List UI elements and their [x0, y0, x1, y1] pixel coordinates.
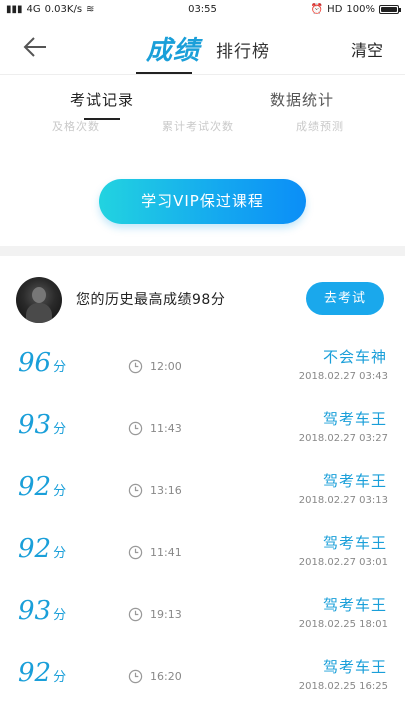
back-arrow-icon[interactable] — [22, 34, 48, 60]
rank-title: 驾考车王 — [322, 596, 387, 614]
rank-title: 不会车神 — [322, 348, 387, 366]
avatar — [16, 277, 62, 323]
exam-datetime: 2018.02.25 18:01 — [298, 619, 388, 630]
exam-duration: 12:00 — [150, 360, 182, 373]
go-exam-button[interactable]: 去考试 — [306, 282, 384, 315]
tab-data-stats[interactable]: 数据统计 — [270, 89, 334, 110]
list-item[interactable]: 93 分 19:13 驾考车王 2018.02.25 18:01 — [0, 586, 405, 648]
tab-exam-records[interactable]: 考试记录 — [70, 89, 134, 110]
best-score-text: 您的历史最高成绩98分 — [76, 292, 226, 308]
exam-duration: 13:16 — [150, 484, 182, 497]
score-value: 93 分 — [18, 596, 67, 626]
sub-tabs: 考试记录 数据统计 — [0, 74, 405, 120]
exam-duration: 16:20 — [150, 670, 182, 683]
alarm-icon: ⏰ — [310, 4, 324, 15]
exam-datetime: 2018.02.27 03:01 — [298, 557, 388, 568]
clock-icon — [128, 607, 143, 622]
battery-percent: 100% — [346, 4, 375, 15]
score-value: 96 分 — [18, 348, 67, 378]
exam-duration: 19:13 — [150, 608, 182, 621]
clock-icon — [128, 421, 143, 436]
list-item[interactable]: 92 分 16:20 驾考车王 2018.02.25 16:25 — [0, 648, 405, 710]
rank-title: 驾考车王 — [322, 658, 387, 676]
battery-icon — [379, 5, 401, 14]
best-score-row: 您的历史最高成绩98分 去考试 — [0, 256, 405, 338]
rank-title: 驾考车王 — [322, 534, 387, 552]
score-value: 92 分 — [18, 658, 67, 688]
status-bar: ▮▮▮ 4G 0.03K/s ≋ 03:55 ⏰ HD 100% — [0, 0, 405, 20]
stat-labels: 及格次数 累计考试次数 成绩预测 — [0, 120, 405, 136]
clock-icon — [128, 359, 143, 374]
score-value: 93 分 — [18, 410, 67, 440]
list-item[interactable]: 96 分 12:00 不会车神 2018.02.27 03:43 — [0, 338, 405, 400]
rank-title: 驾考车王 — [322, 472, 387, 490]
stat-label-total-exams: 累计考试次数 — [162, 120, 234, 133]
rank-title: 驾考车王 — [322, 410, 387, 428]
list-item[interactable]: 92 分 11:41 驾考车王 2018.02.27 03:01 — [0, 524, 405, 586]
list-item[interactable]: 92 分 13:16 驾考车王 2018.02.27 03:13 — [0, 462, 405, 524]
clock-icon — [128, 483, 143, 498]
battery-fill — [381, 7, 397, 12]
exam-duration: 11:43 — [150, 422, 182, 435]
score-value: 92 分 — [18, 534, 67, 564]
stat-label-pass-count: 及格次数 — [52, 120, 100, 133]
stat-label-prediction: 成绩预测 — [296, 120, 344, 133]
clock-icon — [128, 669, 143, 684]
exam-datetime: 2018.02.27 03:43 — [298, 371, 388, 382]
tab-leaderboard[interactable]: 排行榜 — [216, 37, 270, 62]
clock-icon — [128, 545, 143, 560]
hd-label: HD — [327, 4, 343, 15]
tab-score[interactable]: 成绩 — [146, 30, 200, 67]
exam-datetime: 2018.02.27 03:13 — [298, 495, 388, 506]
score-value: 92 分 — [18, 472, 67, 502]
exam-datetime: 2018.02.27 03:27 — [298, 433, 388, 444]
clear-button[interactable]: 清空 — [351, 37, 383, 61]
vip-course-button[interactable]: 学习VIP保过课程 — [99, 179, 306, 224]
list-item[interactable]: 93 分 11:43 驾考车王 2018.02.27 03:27 — [0, 400, 405, 462]
exam-duration: 11:41 — [150, 546, 182, 559]
section-divider — [0, 246, 405, 256]
top-nav: 成绩 排行榜 清空 — [0, 20, 405, 74]
exam-datetime: 2018.02.25 16:25 — [298, 681, 388, 692]
